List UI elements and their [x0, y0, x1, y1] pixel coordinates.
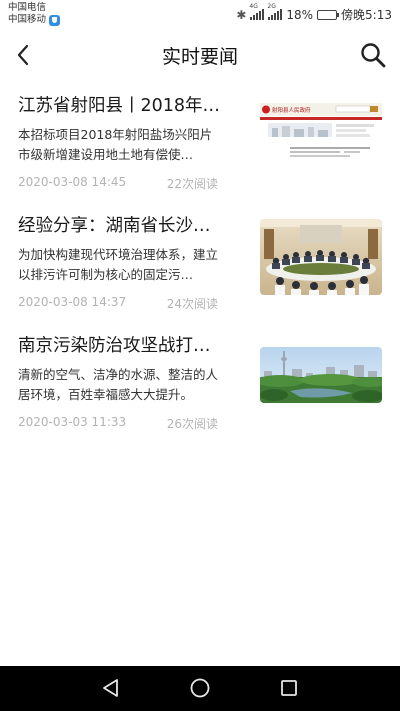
security-shield-icon — [49, 14, 61, 26]
news-text: 南京污染防治攻坚战打… 清新的空气、洁净的水源、整洁的人居环境，百姓幸福感大大提… — [18, 335, 223, 432]
page-title: 实时要闻 — [161, 46, 238, 68]
carrier-1: 中国电信 — [8, 2, 47, 13]
meeting-photo-thumbnail — [260, 219, 382, 295]
news-item-2[interactable]: 经验分享：湖南省长沙… 为加快构建现代环境治理体系，建立以排污许可制为核心的固定… — [0, 203, 400, 323]
thumb-site-name: 射阳县人民政府 — [272, 106, 311, 114]
news-title: 江苏省射阳县丨2018年… — [18, 96, 221, 116]
news-meta: 2020-03-08 14:45 22次阅读 — [18, 175, 218, 192]
news-description: 本招标项目2018年射阳盐场兴阳片市级新增建设用地土地有偿使… — [18, 127, 213, 162]
news-title: 经验分享：湖南省长沙… — [18, 216, 211, 236]
search-icon — [361, 43, 386, 68]
news-date: 2020-03-08 14:37 — [18, 295, 127, 309]
clock: 傍晚5:13 — [341, 8, 392, 22]
news-item-3[interactable]: 南京污染防治攻坚战打… 清新的空气、洁净的水源、整洁的人居环境，百姓幸福感大大提… — [0, 323, 400, 443]
status-indicators: ✱ 4G 2G 18% 傍晚5:13 — [236, 3, 392, 23]
news-date: 2020-03-08 14:45 — [18, 175, 127, 189]
news-thumbnail — [260, 347, 382, 403]
nav-recents-button[interactable] — [276, 675, 302, 701]
city-skyline-thumbnail — [260, 347, 382, 403]
news-item-1[interactable]: 江苏省射阳县丨2018年… 本招标项目2018年射阳盐场兴阳片市级新增建设用地土… — [0, 83, 400, 203]
news-date: 2020-03-03 11:33 — [18, 415, 127, 429]
news-description: 清新的空气、洁净的水源、整洁的人居环境，百姓幸福感大大提升。 — [18, 367, 219, 402]
nav-home-icon — [190, 678, 210, 698]
news-read-count: 22次阅读 — [166, 177, 218, 191]
search-button[interactable] — [358, 40, 388, 70]
system-navigation-bar — [0, 666, 400, 711]
nav-back-button[interactable] — [98, 675, 124, 701]
nav-back-icon — [103, 679, 118, 697]
news-meta: 2020-03-03 11:33 26次阅读 — [18, 415, 218, 432]
carrier-2: 中国移动 — [8, 14, 47, 25]
news-list: 江苏省射阳县丨2018年… 本招标项目2018年射阳盐场兴阳片市级新增建设用地土… — [0, 83, 400, 443]
news-thumbnail — [260, 219, 382, 295]
news-text: 江苏省射阳县丨2018年… 本招标项目2018年射阳盐场兴阳片市级新增建设用地土… — [18, 95, 223, 192]
nav-home-button[interactable] — [187, 675, 213, 701]
battery-percent: 18% — [286, 7, 314, 22]
app-header: 实时要闻 — [0, 28, 400, 83]
nav-recents-icon — [281, 680, 297, 696]
signal-icon-1: 4G — [249, 3, 265, 20]
carrier-info: 中国电信 中国移动 — [8, 2, 61, 26]
news-meta: 2020-03-08 14:37 24次阅读 — [18, 295, 218, 312]
news-title: 南京污染防治攻坚战打… — [18, 336, 211, 356]
news-text: 经验分享：湖南省长沙… 为加快构建现代环境治理体系，建立以排污许可制为核心的固定… — [18, 215, 223, 312]
battery-icon — [317, 9, 340, 20]
network-type-2: 2G — [267, 3, 276, 10]
news-description: 为加快构建现代环境治理体系，建立以排污许可制为核心的固定污… — [18, 247, 219, 282]
news-thumbnail: 射阳县人民政府 — [260, 101, 382, 179]
signal-icon-2: 2G — [267, 3, 283, 20]
network-type-1: 4G — [249, 3, 258, 10]
news-read-count: 26次阅读 — [166, 417, 218, 431]
news-read-count: 24次阅读 — [166, 297, 218, 311]
bluetooth-icon: ✱ — [236, 7, 247, 22]
government-website-thumbnail: 射阳县人民政府 — [260, 101, 382, 179]
status-bar: 中国电信 中国移动 ✱ 4G 2G 18% 傍晚5:13 — [0, 0, 400, 28]
